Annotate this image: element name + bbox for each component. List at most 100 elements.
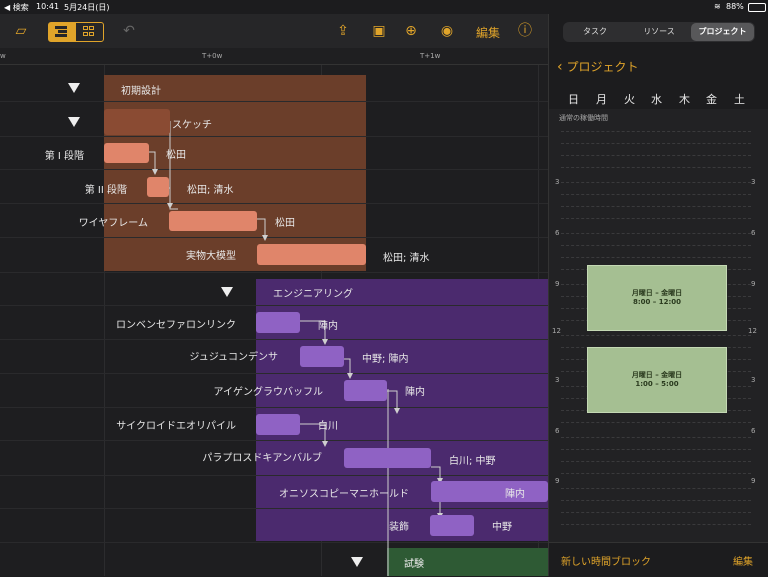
task-label[interactable]: ジュジュコンデンサ <box>0 348 278 363</box>
resource-label: 陣内 <box>318 321 338 332</box>
folder-icon[interactable]: ▱ <box>12 22 30 40</box>
weekday-label: 木 <box>679 93 690 106</box>
hour-label: 9 <box>555 280 560 288</box>
tab-tasks[interactable]: タスク <box>563 22 627 42</box>
new-time-block-button[interactable]: 新しい時間ブロック <box>561 553 651 568</box>
hour-label: 6 <box>751 229 756 237</box>
task-label[interactable]: スケッチ <box>172 116 212 131</box>
inspector-panel: タスク リソース プロジェクト ‹ プロジェクト 日 月 火 水 木 金 土 通… <box>548 14 768 576</box>
hour-label: 9 <box>555 477 560 485</box>
resource-label: 白川 <box>318 421 338 432</box>
tick-label: w <box>0 52 6 60</box>
inspector-icon[interactable]: ▣ <box>370 22 388 40</box>
tab-project[interactable]: プロジェクト <box>691 23 754 41</box>
weekday-label: 水 <box>651 93 662 106</box>
task-bar[interactable] <box>147 177 169 197</box>
tab-resources[interactable]: リソース <box>627 22 691 42</box>
collapse-triangle-icon[interactable] <box>351 557 363 567</box>
battery-percent: 88% <box>726 2 744 11</box>
hour-label: 6 <box>555 229 560 237</box>
weekday-label: 月 <box>596 93 607 106</box>
working-hours-calendar[interactable]: 通常の稼働時間 3 3 6 6 9 9 12 12 3 3 6 6 9 9 月曜… <box>549 109 768 543</box>
task-bar[interactable] <box>256 414 300 435</box>
grid-icon <box>83 26 97 38</box>
edit-blocks-button[interactable]: 編集 <box>733 553 753 568</box>
outline-view-button[interactable] <box>49 23 76 41</box>
hour-label: 6 <box>555 427 560 435</box>
task-label[interactable]: アイゲングラウバッフル <box>0 383 324 398</box>
gantt-chart: 初期設計 スケッチ 第 I 段階 松田 第 II 段階 松田; 清水 ワイヤフレ… <box>0 65 548 576</box>
hour-label: 9 <box>751 477 756 485</box>
resource-label: 松田; 清水 <box>383 253 430 264</box>
weekday-label: 日 <box>568 93 579 106</box>
collapse-triangle-icon[interactable] <box>68 117 80 127</box>
task-label[interactable]: サイクロイドエオリパイル <box>0 417 236 432</box>
task-bar[interactable] <box>169 211 257 231</box>
battery-icon <box>748 3 766 12</box>
status-date: 5月24日(日) <box>64 3 110 12</box>
resource-label: 白川; 中野 <box>449 456 496 467</box>
eye-icon[interactable]: ◉ <box>438 22 456 40</box>
time-block-days: 月曜日 – 金曜日 <box>631 289 683 297</box>
undo-icon[interactable]: ↶ <box>120 22 138 40</box>
task-label[interactable]: オニソスコピーマニホールド <box>0 485 409 500</box>
info-icon[interactable]: ⓘ <box>516 22 534 40</box>
resource-label: 中野 <box>492 522 512 533</box>
status-bar: ◀ 検索 10:41 5月24日(日) ≋ 88% <box>0 0 768 14</box>
back-label: プロジェクト <box>566 60 639 74</box>
time-block-days: 月曜日 – 金曜日 <box>631 371 683 379</box>
hour-label: 12 <box>748 327 757 335</box>
weekday-label: 土 <box>734 93 745 106</box>
resource-label: 松田 <box>166 150 186 161</box>
collapse-triangle-icon[interactable] <box>68 83 80 93</box>
tick-label: T+1w <box>420 52 441 60</box>
group-label[interactable]: 試験 <box>404 555 424 570</box>
group-label[interactable]: 初期設計 <box>121 82 161 97</box>
task-bar[interactable] <box>256 312 300 333</box>
resource-label: 松田 <box>275 218 295 229</box>
time-block[interactable]: 月曜日 – 金曜日 8:00 – 12:00 <box>587 265 727 331</box>
hour-label: 9 <box>751 280 756 288</box>
task-label[interactable]: 第 II 段階 <box>0 181 127 196</box>
outline-icon <box>55 26 69 38</box>
view-mode-toggle[interactable] <box>48 22 104 42</box>
group-label[interactable]: エンジニアリング <box>273 285 353 300</box>
time-block[interactable]: 月曜日 – 金曜日 1:00 – 5:00 <box>587 347 727 413</box>
resource-label: 陣内 <box>505 489 525 500</box>
weekday-label: 金 <box>706 93 717 106</box>
wifi-icon: ≋ <box>714 2 721 11</box>
add-icon[interactable]: ⊕ <box>402 22 420 40</box>
panel-tabs: タスク リソース プロジェクト <box>563 22 755 42</box>
task-bar[interactable] <box>257 244 366 265</box>
task-bar[interactable] <box>104 143 149 163</box>
collapse-triangle-icon[interactable] <box>221 287 233 297</box>
task-bar[interactable] <box>104 109 170 135</box>
toolbar: ▱ ↶ ⇪ ▣ ⊕ ◉ 編集 ⓘ <box>0 14 548 48</box>
hour-label: 6 <box>751 427 756 435</box>
task-bar[interactable] <box>300 346 344 367</box>
task-label[interactable]: パラプロスドキアンバルブ <box>0 449 322 464</box>
edit-button[interactable]: 編集 <box>476 24 500 41</box>
task-bar[interactable] <box>431 481 548 502</box>
resource-label: 中野; 陣内 <box>362 354 409 365</box>
time-block-hours: 8:00 – 12:00 <box>632 298 682 306</box>
task-label[interactable]: 第 I 段階 <box>0 147 84 162</box>
hour-label: 3 <box>751 376 756 384</box>
chevron-left-icon: ‹ <box>557 59 563 75</box>
back-button[interactable]: ‹ プロジェクト <box>557 58 638 75</box>
hour-label: 3 <box>555 178 560 186</box>
task-label[interactable]: ワイヤフレーム <box>0 214 148 229</box>
task-bar[interactable] <box>430 515 474 536</box>
task-label[interactable]: 実物大模型 <box>0 247 236 262</box>
time-block-hours: 1:00 – 5:00 <box>635 380 679 388</box>
task-label[interactable]: ロンベンセファロンリンク <box>0 316 236 331</box>
hour-label: 3 <box>555 376 560 384</box>
task-bar[interactable] <box>344 380 387 401</box>
calendar-title: 通常の稼働時間 <box>559 114 608 122</box>
task-bar[interactable] <box>344 448 431 468</box>
resource-label: 松田; 清水 <box>187 185 234 196</box>
grid-view-button[interactable] <box>76 23 103 41</box>
share-icon[interactable]: ⇪ <box>334 22 352 40</box>
back-to-search[interactable]: ◀ 検索 <box>4 2 29 13</box>
task-label[interactable]: 装飾 <box>0 518 409 533</box>
